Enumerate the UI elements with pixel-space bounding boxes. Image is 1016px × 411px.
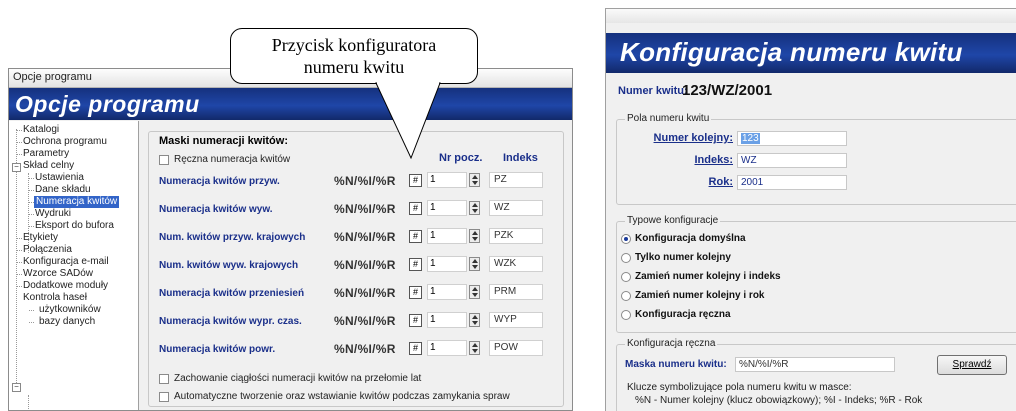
callout-pointer — [375, 82, 441, 160]
